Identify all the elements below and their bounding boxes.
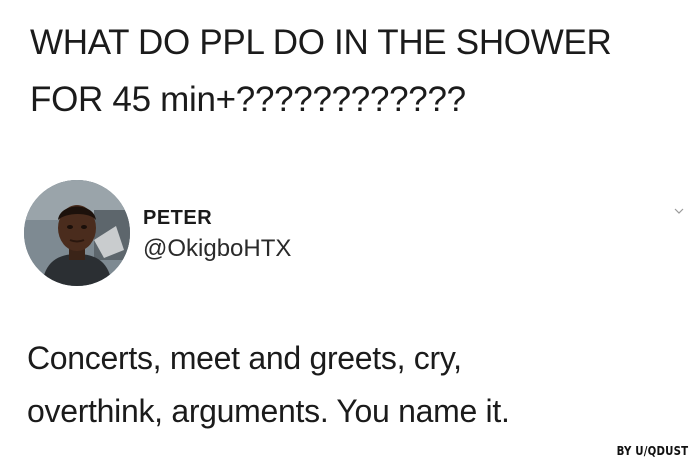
tweet-text-line-2: overthink, arguments. You name it. (27, 393, 510, 429)
quoted-headline: WHAT DO PPL DO IN THE SHOWER FOR 45 min+… (30, 14, 690, 128)
watermark: BY U/QDUST (616, 444, 688, 458)
avatar[interactable] (24, 180, 130, 286)
avatar-photo (24, 180, 130, 286)
tweet-text: Concerts, meet and greets, cry, overthin… (27, 332, 687, 438)
headline-line-1: WHAT DO PPL DO IN THE SHOWER (30, 23, 612, 62)
headline-line-2: FOR 45 min+???????????? (30, 80, 466, 119)
tweet-text-line-1: Concerts, meet and greets, cry, (27, 340, 462, 376)
author-handle[interactable]: @OkigboHTX (143, 235, 291, 263)
chevron-down-icon[interactable] (674, 206, 684, 216)
tweet-author: PETER @OkigboHTX (24, 180, 684, 286)
author-name[interactable]: PETER (143, 207, 212, 230)
